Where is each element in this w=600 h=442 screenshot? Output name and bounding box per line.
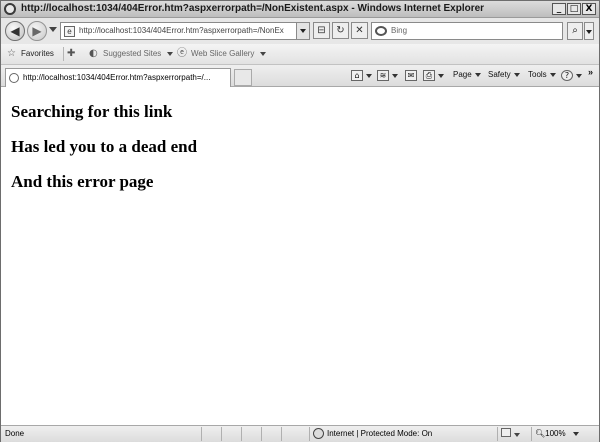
address-dropdown-button[interactable] bbox=[296, 23, 309, 39]
lock-icon bbox=[501, 428, 511, 437]
chevron-down-icon bbox=[392, 73, 398, 78]
browser-window: http://localhost:1034/404Error.htm?aspxe… bbox=[0, 0, 600, 442]
ie-logo-icon bbox=[4, 3, 16, 15]
help-button[interactable]: ? bbox=[561, 70, 582, 81]
page-content: Searching for this link Has led you to a… bbox=[1, 88, 599, 425]
home-button[interactable]: ⌂ bbox=[351, 70, 372, 81]
status-divider bbox=[261, 427, 262, 441]
maximize-button[interactable]: □ bbox=[567, 3, 581, 15]
status-bar: Done Internet | Protected Mode: On 🔍︎100… bbox=[1, 425, 599, 442]
window-controls: _ □ X bbox=[552, 3, 596, 15]
mail-icon: ✉ bbox=[405, 70, 417, 81]
tools-menu[interactable]: Tools bbox=[528, 70, 556, 79]
favorites-button[interactable]: ☆ Favorites bbox=[7, 48, 54, 59]
search-input[interactable]: Bing bbox=[391, 26, 407, 35]
chevron-down-icon bbox=[260, 51, 267, 56]
chevron-down-icon bbox=[167, 51, 174, 56]
status-divider bbox=[201, 427, 202, 441]
suggested-sites-label: Suggested Sites bbox=[103, 49, 162, 58]
forward-button[interactable]: ▶ bbox=[27, 21, 47, 41]
suggested-sites-link[interactable]: ◐ Suggested Sites bbox=[89, 48, 174, 59]
status-text: Done bbox=[5, 429, 25, 438]
help-icon: ? bbox=[561, 70, 573, 81]
security-zone-label: Internet | Protected Mode: On bbox=[327, 429, 433, 438]
navigation-bar: ◀ ▶ e http://localhost:1034/404Error.htm… bbox=[1, 18, 599, 44]
address-url[interactable]: http://localhost:1034/404Error.htm?aspxe… bbox=[79, 26, 297, 35]
search-options-dropdown[interactable] bbox=[584, 22, 594, 40]
star-icon: ☆ bbox=[7, 48, 16, 59]
search-button[interactable]: ⌕ bbox=[567, 22, 583, 40]
chevron-down-icon[interactable] bbox=[573, 432, 579, 436]
status-divider bbox=[281, 427, 282, 441]
status-divider bbox=[221, 427, 222, 441]
security-zone[interactable]: Internet | Protected Mode: On bbox=[313, 428, 432, 439]
zoom-level-label: 100% bbox=[545, 429, 566, 438]
home-icon: ⌂ bbox=[351, 70, 363, 81]
read-mail-button[interactable]: ✉ bbox=[405, 70, 417, 81]
new-tab-button[interactable] bbox=[234, 69, 252, 86]
tab-label: http://localhost:1034/404Error.htm?aspxe… bbox=[23, 73, 211, 82]
chevron-down-icon bbox=[474, 72, 481, 77]
protected-mode-button[interactable] bbox=[501, 428, 520, 439]
add-to-favorites-bar-button[interactable]: ✚ bbox=[67, 48, 78, 59]
stop-button[interactable]: ✕ bbox=[351, 22, 368, 39]
rss-icon: ≋ bbox=[377, 70, 389, 81]
chevron-down-icon bbox=[438, 73, 444, 78]
error-line-3: And this error page bbox=[11, 172, 154, 191]
status-divider bbox=[497, 427, 498, 441]
zoom-icon: 🔍︎ bbox=[535, 429, 546, 438]
status-divider bbox=[241, 427, 242, 441]
ie-page-icon bbox=[9, 73, 19, 83]
bing-icon bbox=[375, 26, 387, 36]
window-title: http://localhost:1034/404Error.htm?aspxe… bbox=[21, 3, 485, 14]
suggested-sites-icon: ◐ bbox=[89, 48, 98, 59]
separator bbox=[63, 47, 64, 61]
chevron-down-icon bbox=[514, 433, 520, 437]
refresh-button[interactable]: ↻ bbox=[332, 22, 349, 39]
ie-page-icon: ⓔ bbox=[177, 48, 187, 59]
tools-menu-label: Tools bbox=[528, 70, 547, 79]
status-divider bbox=[531, 427, 532, 441]
close-button[interactable]: X bbox=[582, 3, 596, 15]
page-menu-label: Page bbox=[453, 70, 472, 79]
web-slice-gallery-label: Web Slice Gallery bbox=[191, 49, 255, 58]
tab-active[interactable]: http://localhost:1034/404Error.htm?aspxe… bbox=[5, 68, 231, 87]
chevron-down-icon bbox=[513, 72, 520, 77]
chevron-down-icon bbox=[576, 73, 582, 78]
error-line-2: Has led you to a dead end bbox=[11, 137, 198, 156]
printer-icon: ⎙ bbox=[423, 70, 435, 81]
chevron-down-icon bbox=[549, 72, 556, 77]
search-box[interactable]: Bing bbox=[371, 22, 563, 40]
tab-bar: http://localhost:1034/404Error.htm?aspxe… bbox=[1, 65, 599, 87]
print-button[interactable]: ⎙ bbox=[423, 70, 444, 81]
more-commands-button[interactable]: » bbox=[588, 67, 593, 77]
favorites-label: Favorites bbox=[21, 49, 54, 58]
address-bar[interactable]: e http://localhost:1034/404Error.htm?asp… bbox=[60, 22, 310, 40]
web-slice-gallery-link[interactable]: ⓔ Web Slice Gallery bbox=[177, 48, 267, 59]
feeds-button[interactable]: ≋ bbox=[377, 70, 398, 81]
safety-menu-label: Safety bbox=[488, 70, 511, 79]
compatibility-view-button[interactable]: ⊟ bbox=[313, 22, 330, 39]
minimize-button[interactable]: _ bbox=[552, 3, 566, 15]
error-line-1: Searching for this link bbox=[11, 102, 173, 121]
zoom-level-button[interactable]: 🔍︎100% bbox=[535, 429, 566, 438]
page-menu[interactable]: Page bbox=[453, 70, 481, 79]
safety-menu[interactable]: Safety bbox=[488, 70, 520, 79]
back-button[interactable]: ◀ bbox=[5, 21, 25, 41]
add-favorite-icon: ✚ bbox=[67, 48, 76, 59]
status-divider bbox=[309, 427, 310, 441]
globe-icon bbox=[313, 428, 324, 439]
favorites-bar: ☆ Favorites ✚ ◐ Suggested Sites ⓔ Web Sl… bbox=[1, 44, 599, 65]
page-icon: e bbox=[64, 26, 75, 37]
title-bar: http://localhost:1034/404Error.htm?aspxe… bbox=[1, 1, 599, 18]
recent-pages-dropdown[interactable] bbox=[49, 27, 57, 32]
chevron-down-icon bbox=[366, 73, 372, 78]
